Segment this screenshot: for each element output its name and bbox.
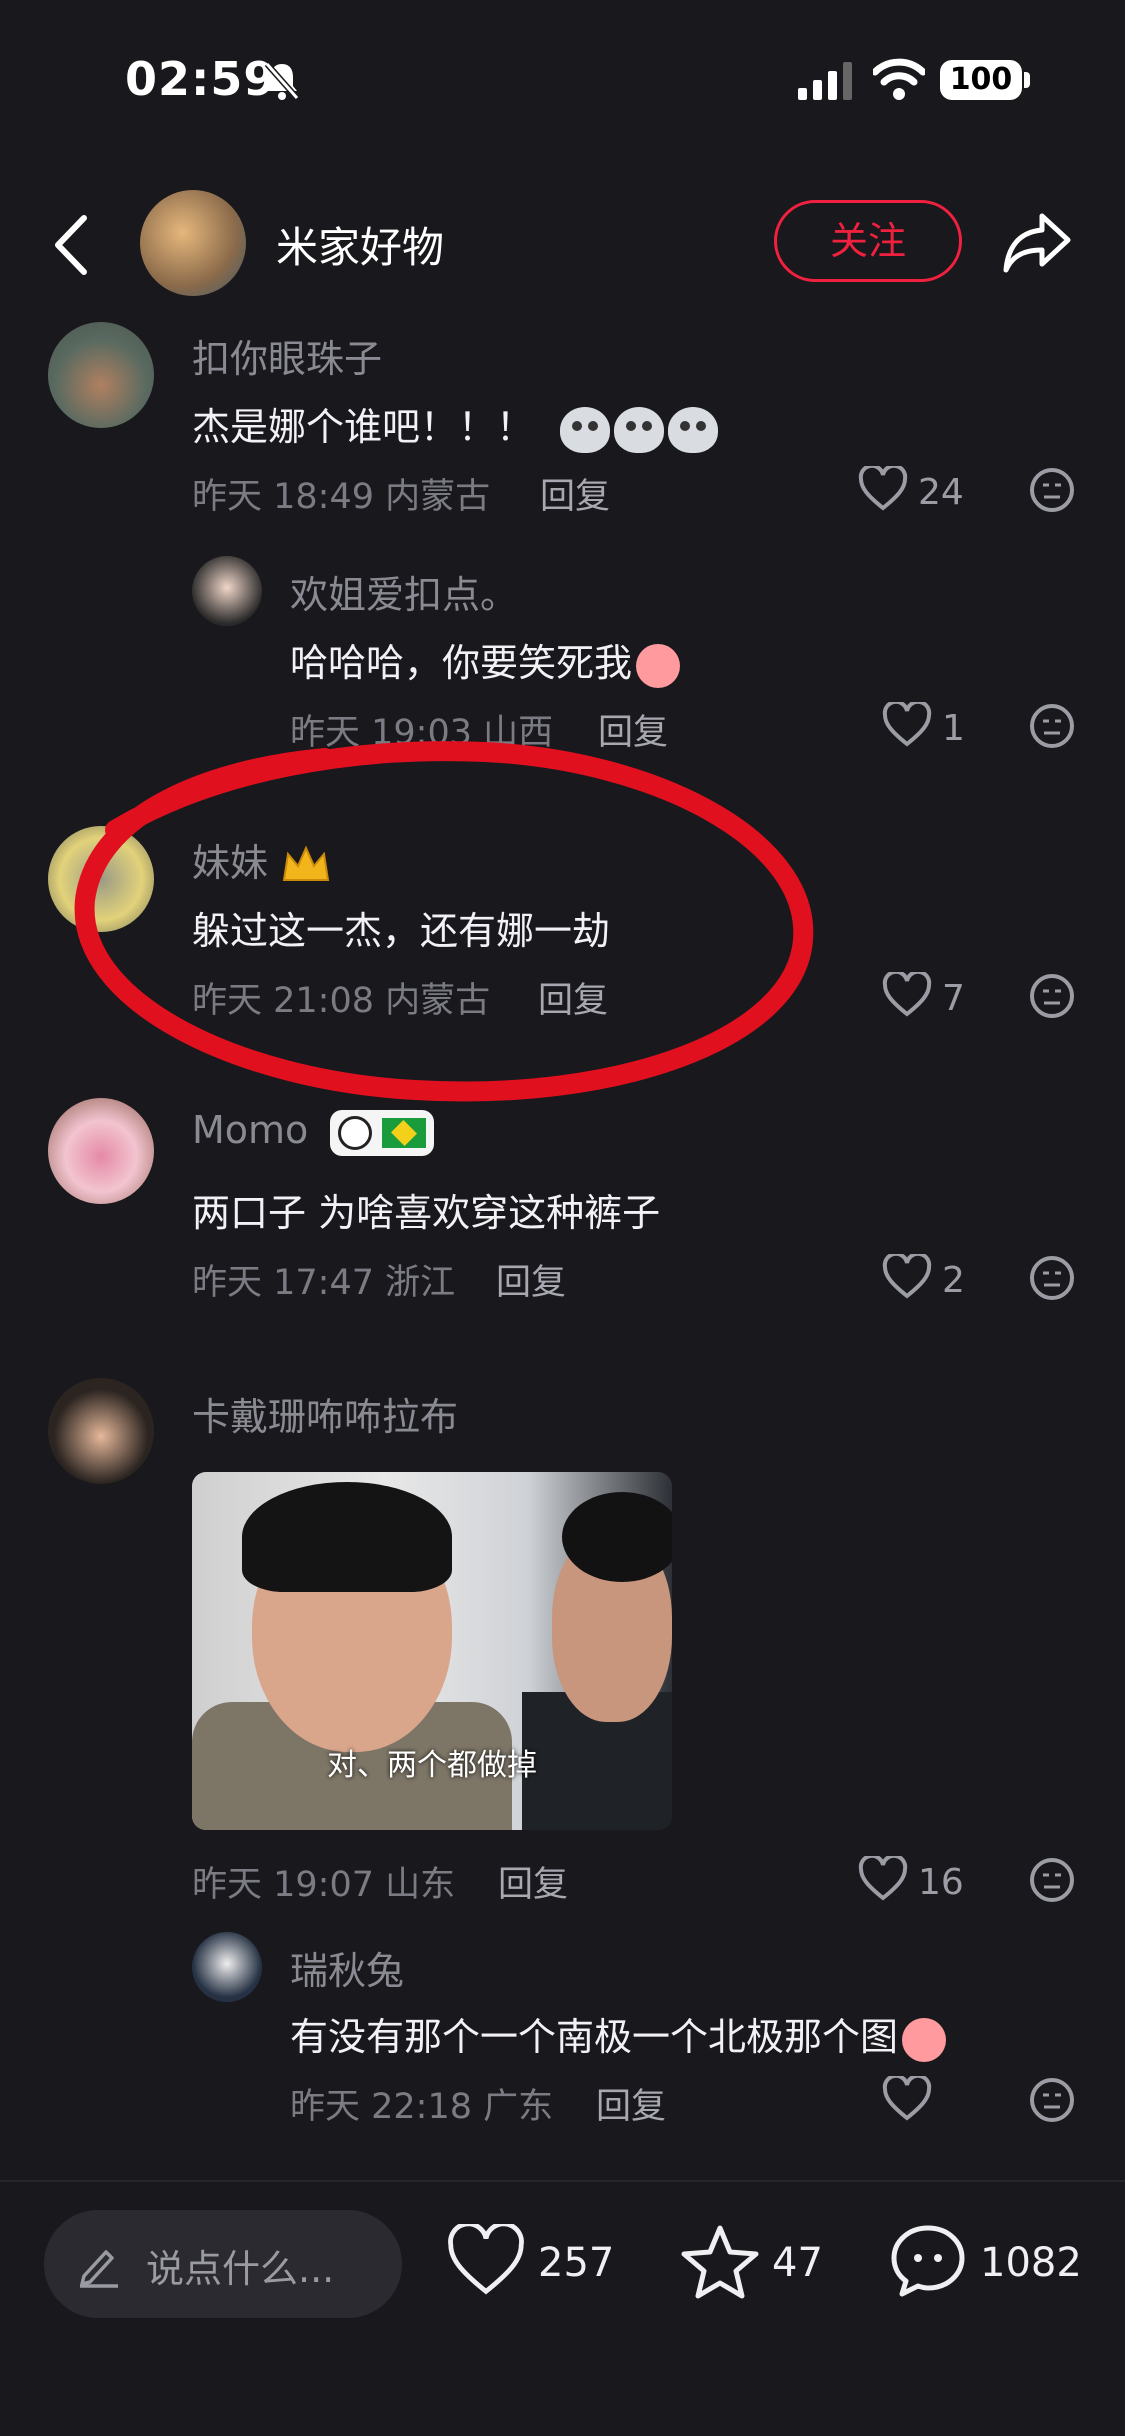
signal-icon	[798, 62, 856, 104]
like-post-button[interactable]	[446, 2221, 526, 2302]
cat-emoji-icon	[614, 406, 665, 453]
avatar[interactable]	[48, 322, 154, 428]
hand-drawn-circle-annotation	[74, 741, 814, 1102]
avatar[interactable]	[48, 1378, 154, 1484]
comment-text: 杰是娜个谁吧！！！	[192, 396, 719, 453]
comment-author-name: Momo	[192, 1108, 309, 1152]
comment-meta: 昨天 17:47 浙江	[192, 1263, 456, 1303]
meh-face-icon	[1030, 1256, 1074, 1300]
comment-text-body: 哈哈哈，你要笑死我	[290, 641, 633, 685]
post-star-count: 47	[772, 2240, 823, 2286]
heart-icon	[882, 1254, 932, 1299]
like-button[interactable]	[882, 972, 932, 1018]
dislike-button[interactable]	[1028, 1254, 1076, 1302]
dislike-button[interactable]	[1028, 972, 1076, 1020]
share-button[interactable]	[1000, 208, 1074, 278]
comment-meta: 昨天 18:49 内蒙古	[192, 477, 491, 517]
comment-text-body: 有没有那个一个南极一个北极那个图	[290, 2015, 899, 2059]
meh-face-icon	[1030, 704, 1074, 748]
chat-bubble-icon	[891, 2225, 965, 2297]
image-caption: 对、两个都做掉	[327, 1748, 537, 1783]
reply-button[interactable]: 回复	[540, 468, 610, 519]
heart-icon	[448, 2221, 524, 2295]
heart-icon	[858, 466, 908, 511]
like-button[interactable]	[882, 2076, 932, 2122]
meh-face-icon	[1030, 974, 1074, 1018]
comment-author[interactable]: 瑞秋兔	[290, 1940, 404, 1995]
star-icon	[681, 2225, 759, 2299]
battery-nub	[1024, 72, 1030, 88]
share-icon	[1003, 213, 1071, 273]
heart-icon	[882, 702, 932, 747]
pencil-icon	[76, 2242, 122, 2292]
comments-button[interactable]	[888, 2222, 968, 2304]
comment-author[interactable]: Momo	[192, 1108, 435, 1156]
back-button[interactable]	[48, 210, 98, 280]
author-avatar[interactable]	[140, 190, 246, 296]
comment-text: 哈哈哈，你要笑死我	[290, 632, 681, 688]
avatar[interactable]	[192, 1932, 262, 2002]
crying-emoji-icon	[902, 2017, 947, 2062]
meh-face-icon	[1030, 1858, 1074, 1902]
wifi-icon	[871, 58, 927, 104]
dislike-button[interactable]	[1028, 1856, 1076, 1904]
dislike-button[interactable]	[1028, 702, 1076, 750]
like-count: 24	[918, 472, 964, 513]
cat-emoji-icon	[560, 406, 611, 453]
dislike-button[interactable]	[1028, 466, 1076, 514]
like-count: 1	[942, 708, 965, 749]
soccer-brazil-badge-icon	[330, 1109, 435, 1156]
heart-icon	[882, 972, 932, 1017]
meh-face-icon	[1030, 2078, 1074, 2122]
meme-figure	[562, 1492, 672, 1582]
like-count: 2	[942, 1260, 965, 1301]
reply-button[interactable]: 回复	[596, 2078, 666, 2129]
author-name[interactable]: 米家好物	[276, 214, 444, 275]
battery-icon: 100	[940, 60, 1022, 100]
post-like-count: 257	[538, 2240, 615, 2286]
follow-button[interactable]: 关注	[774, 200, 962, 282]
heart-icon	[858, 1856, 908, 1901]
like-button[interactable]	[882, 702, 932, 748]
comment-meta: 昨天 22:18 广东	[290, 2087, 554, 2127]
avatar[interactable]	[48, 1098, 154, 1204]
comment-image[interactable]: 对、两个都做掉	[192, 1472, 672, 1830]
bottom-divider	[0, 2180, 1125, 2182]
reply-button[interactable]: 回复	[496, 1254, 566, 1305]
comment-author[interactable]: 欢姐爱扣点。	[290, 564, 518, 619]
favorite-button[interactable]	[680, 2222, 760, 2304]
comment-text-body: 杰是娜个谁吧！！！	[192, 405, 535, 449]
like-button[interactable]	[858, 466, 908, 512]
comment-text: 两口子 为啥喜欢穿这种裤子	[192, 1191, 661, 1235]
cat-emoji-icon	[668, 406, 719, 453]
like-button[interactable]	[882, 1254, 932, 1300]
comment-meta: 昨天 19:07 山东	[192, 1865, 456, 1905]
post-comment-count: 1082	[980, 2240, 1082, 2286]
comment-author[interactable]: 扣你眼珠子	[192, 328, 382, 383]
chevron-left-icon	[55, 215, 87, 275]
crying-emoji-icon	[636, 643, 681, 688]
dislike-button[interactable]	[1028, 2076, 1076, 2124]
comment-input-placeholder[interactable]: 说点什么...	[146, 2238, 334, 2293]
reply-button[interactable]: 回复	[498, 1856, 568, 1907]
meme-figure	[242, 1482, 452, 1592]
like-count: 7	[942, 978, 965, 1019]
heart-icon	[882, 2076, 932, 2121]
like-count: 16	[918, 1862, 964, 1903]
bell-off-icon	[262, 60, 302, 106]
avatar[interactable]	[192, 556, 262, 626]
status-time: 02:59	[125, 52, 277, 106]
comment-author[interactable]: 卡戴珊咘咘拉布	[192, 1386, 458, 1441]
comment-text: 有没有那个一个南极一个北极那个图	[290, 2006, 947, 2062]
like-button[interactable]	[858, 1856, 908, 1902]
meh-face-icon	[1030, 468, 1074, 512]
